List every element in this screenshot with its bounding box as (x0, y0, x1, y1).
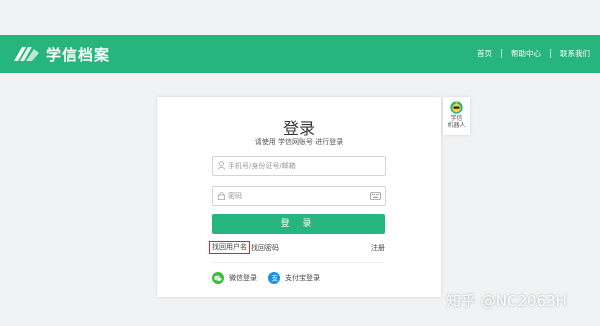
nav-divider (550, 49, 551, 58)
login-card: 登录 请使用 学信网账号 进行登录 登 录 找回用户名 找回密码 注册 微 (157, 97, 441, 297)
wechat-login-button[interactable]: 微信登录 (212, 272, 257, 284)
robot-label-line2: 机器人 (447, 122, 466, 129)
password-input[interactable] (228, 187, 368, 205)
nav-home[interactable]: 首页 (477, 48, 492, 59)
user-icon (217, 161, 226, 170)
svg-text:支: 支 (271, 274, 278, 282)
nav-contact-us[interactable]: 联系我们 (560, 48, 590, 59)
lock-icon (217, 192, 226, 200)
login-button[interactable]: 登 录 (212, 214, 385, 234)
account-links: 找回用户名 找回密码 注册 (209, 241, 387, 255)
divider (212, 262, 384, 263)
wechat-icon (212, 272, 224, 284)
brand-name[interactable]: 学信档案 (46, 44, 110, 65)
logo-icon (14, 47, 39, 61)
robot-label-line1: 学信 (450, 115, 463, 122)
top-nav: 首页 帮助中心 联系我们 (477, 48, 590, 59)
find-password-link[interactable]: 找回密码 (251, 243, 279, 253)
register-link[interactable]: 注册 (371, 243, 385, 253)
alipay-login-button[interactable]: 支 支付宝登录 (268, 272, 320, 284)
robot-assistant[interactable]: 学信 机器人 (443, 97, 470, 135)
find-username-link[interactable]: 找回用户名 (209, 241, 250, 254)
nav-help-center[interactable]: 帮助中心 (511, 48, 541, 59)
watermark: 知乎 @NC2063H (446, 292, 567, 310)
alipay-icon: 支 (268, 272, 280, 284)
login-subtitle: 请使用 学信网账号 进行登录 (254, 138, 344, 146)
keyboard-icon[interactable] (370, 192, 381, 200)
username-input[interactable] (228, 157, 368, 175)
alipay-login-label: 支付宝登录 (285, 274, 320, 282)
robot-icon (450, 101, 463, 114)
nav-divider (501, 49, 502, 58)
robot-label: 学信 机器人 (443, 115, 470, 129)
site-header: 学信档案 首页 帮助中心 联系我们 (0, 35, 600, 73)
username-field[interactable] (212, 156, 386, 176)
login-title: 登录 (282, 119, 315, 138)
top-margin (0, 0, 600, 35)
password-field[interactable] (212, 186, 386, 206)
wechat-login-label: 微信登录 (229, 274, 257, 282)
